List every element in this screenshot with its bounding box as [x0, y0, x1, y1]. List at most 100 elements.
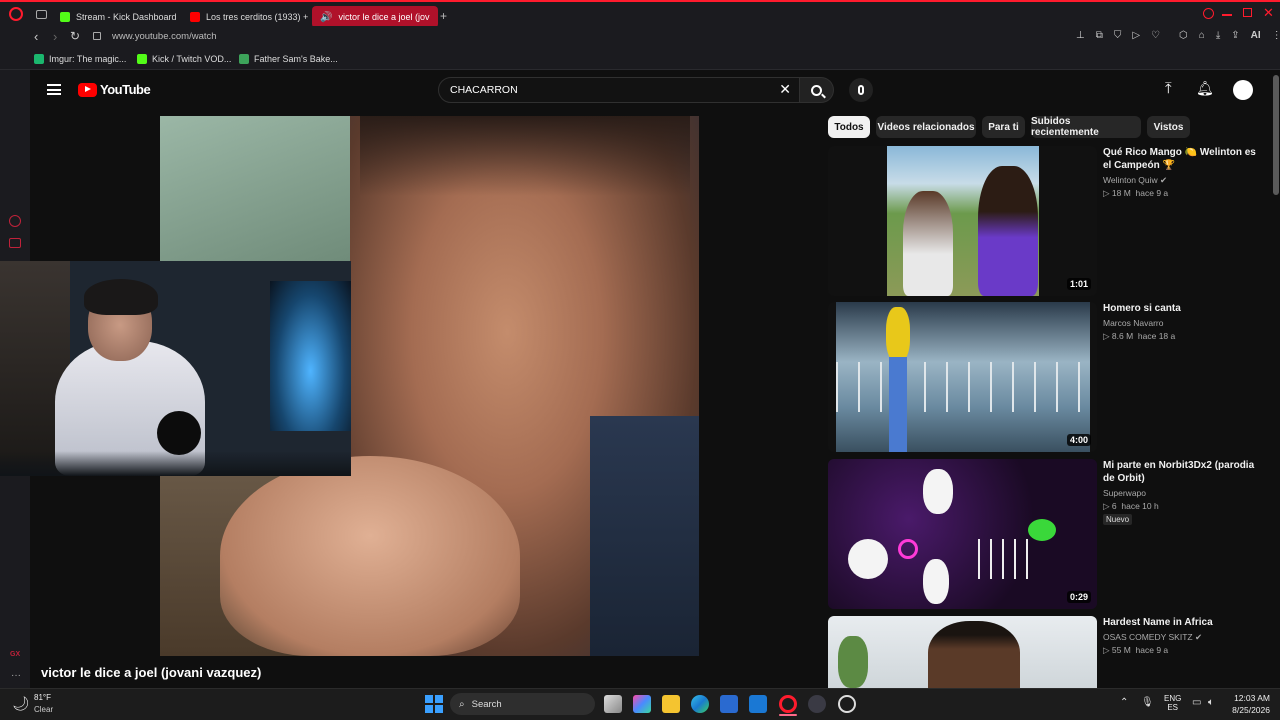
address-bar-actions: ⊥ ⧉ ⛉ ▷ ♡ ⬡ ⌂ ⤓ ⇪ AI ⋮	[1076, 30, 1280, 41]
ai-button[interactable]: AI	[1251, 30, 1261, 41]
verified-icon: ✔	[1160, 175, 1168, 185]
language-indicator[interactable]: ENG ES	[1164, 694, 1181, 712]
sheets-icon	[239, 54, 249, 64]
edge-icon[interactable]	[691, 695, 709, 713]
volume-icon[interactable]: 🔈︎	[1208, 697, 1214, 708]
share-icon[interactable]: ⇪	[1231, 30, 1239, 41]
url-field[interactable]: www.youtube.com/watch	[112, 31, 217, 42]
reload-icon[interactable]: ↻	[70, 29, 80, 43]
bookmark-imgur[interactable]: Imgur: The magic...	[34, 51, 126, 67]
imgur-icon	[34, 54, 44, 64]
bookmark-father-sams[interactable]: Father Sam's Bake...	[239, 51, 338, 67]
channel-name[interactable]: Marcos Navarro	[1103, 318, 1163, 328]
windows-start-icon[interactable]	[425, 695, 443, 713]
webcam-microphone	[157, 411, 201, 455]
upload-icon[interactable]: ⤒	[1165, 80, 1172, 97]
back-icon[interactable]: ‹	[34, 29, 38, 44]
channel-name[interactable]: OSAS COMEDY SKITZ ✔	[1103, 632, 1202, 643]
restore-icon[interactable]	[1243, 8, 1252, 17]
search-button[interactable]	[800, 77, 834, 103]
tray-chevron-icon[interactable]: ⌃	[1120, 697, 1128, 708]
recommendation-thumbnail[interactable]: 1:01	[828, 146, 1097, 296]
microphone-icon	[858, 85, 864, 95]
duration-badge: 0:29	[1066, 591, 1091, 603]
channel-name[interactable]: Welinton Quiw ✔	[1103, 175, 1167, 186]
bag-icon[interactable]	[9, 238, 21, 248]
task-view-icon[interactable]	[604, 695, 622, 713]
kick-icon	[137, 54, 147, 64]
recommendation-title[interactable]: Qué Rico Mango 🍋 Welinton es el Campeón …	[1103, 146, 1263, 172]
video-frame-hair	[360, 116, 690, 196]
network-icon[interactable]: ▭	[1192, 697, 1201, 708]
file-explorer-icon[interactable]	[662, 695, 680, 713]
webcam-streamer-hair	[84, 279, 158, 315]
avatar[interactable]	[1233, 80, 1253, 100]
taskbar-search[interactable]: ⌕ Search	[450, 693, 595, 715]
weather-desc: Clear	[34, 705, 54, 714]
weather-moon-icon[interactable]: 🌙︎	[12, 695, 30, 712]
youtube-logo[interactable]: YouTube	[78, 82, 151, 97]
webcam-desk	[0, 451, 351, 476]
voice-search-button[interactable]	[849, 78, 873, 102]
mail-icon[interactable]	[749, 695, 767, 713]
weather-temp[interactable]: 81°F	[34, 693, 51, 702]
opera-logo-icon[interactable]	[9, 7, 23, 21]
duration-badge: 1:01	[1066, 278, 1091, 290]
recommendation-title[interactable]: Homero si canta	[1103, 302, 1263, 315]
more-icon[interactable]: ···	[11, 670, 21, 681]
kick-icon	[60, 12, 70, 22]
minimize-icon[interactable]	[1222, 14, 1232, 16]
speaker-icon: 🔊	[320, 11, 333, 23]
pin-icon[interactable]: ⊥	[1076, 30, 1085, 41]
video-stats: ▷ 18 M hace 9 a	[1103, 188, 1169, 198]
shield-icon[interactable]: ⛉	[1114, 30, 1122, 41]
search-input[interactable]: CHACARRON ✕	[438, 77, 800, 103]
tab-victor-le-dice[interactable]: 🔊 victor le dice a joel (jov	[312, 6, 438, 28]
gx-icon[interactable]: GX	[10, 651, 20, 658]
clear-search-icon[interactable]: ✕	[779, 81, 791, 98]
heart-icon[interactable]: ♡	[1151, 30, 1160, 41]
app-icon[interactable]	[808, 695, 826, 713]
tab-los-tres-cerditos[interactable]: Los tres cerditos (1933) + l	[182, 6, 310, 28]
scrollbar-thumb[interactable]	[1273, 75, 1279, 195]
scrollbar[interactable]	[1272, 70, 1280, 688]
workspaces-icon[interactable]	[36, 10, 47, 19]
tab-kick-dashboard[interactable]: Stream - Kick Dashboard	[52, 6, 180, 28]
download-icon[interactable]: ⤓	[1216, 30, 1220, 41]
menu-icon[interactable]: ⋮	[1272, 30, 1280, 41]
hamburger-menu-icon[interactable]	[47, 84, 61, 95]
extensions-icon[interactable]: ⬡	[1179, 30, 1188, 41]
copilot-icon[interactable]	[633, 695, 651, 713]
recommendation-thumbnail[interactable]: 4:00	[828, 302, 1097, 452]
play-icon[interactable]: ▷	[1132, 30, 1140, 41]
chip-subidos-recientemente[interactable]: Subidos recientemente	[1031, 116, 1141, 138]
speed-dial-icon[interactable]	[9, 215, 21, 227]
recommendation-thumbnail[interactable]	[828, 616, 1097, 688]
recommendation-title[interactable]: Mi parte en Norbit3Dx2 (parodia de Orbit…	[1103, 459, 1263, 485]
active-app-indicator	[779, 714, 797, 716]
wallet-icon[interactable]: ⌂	[1199, 30, 1205, 41]
recommendation-thumbnail[interactable]: 0:29	[828, 459, 1097, 609]
chip-videos-relacionados[interactable]: Videos relacionados	[876, 116, 976, 138]
forward-icon[interactable]: ›	[53, 29, 57, 44]
chip-todos[interactable]: Todos	[828, 116, 870, 138]
search-tabs-icon[interactable]	[1203, 8, 1214, 19]
new-tab-icon[interactable]: +	[440, 9, 447, 23]
lock-icon	[93, 32, 101, 40]
close-window-icon[interactable]: ✕	[1263, 5, 1274, 21]
snapshot-icon[interactable]: ⧉	[1096, 30, 1103, 41]
notifications-bell-icon[interactable]: 🔔︎	[1196, 80, 1214, 97]
video-stats: ▷ 8.6 M hace 18 a	[1103, 331, 1176, 341]
chip-para-ti[interactable]: Para ti	[982, 116, 1025, 138]
clock[interactable]: 12:03 AM 8/25/2026	[1226, 693, 1270, 715]
channel-name[interactable]: Superwapo	[1103, 488, 1146, 498]
chip-vistos[interactable]: Vistos	[1147, 116, 1190, 138]
recommendation-title[interactable]: Hardest Name in Africa	[1103, 616, 1263, 629]
bookmark-kick-vod[interactable]: Kick / Twitch VOD...	[137, 51, 231, 67]
video-frame-fist	[220, 456, 520, 656]
obs-icon[interactable]	[838, 695, 856, 713]
opera-gx-icon[interactable]	[779, 695, 797, 713]
video-title: victor le dice a joel (jovani vazquez)	[41, 665, 262, 680]
store-icon[interactable]	[720, 695, 738, 713]
tray-microphone-icon[interactable]: 🎙︎	[1141, 697, 1154, 708]
